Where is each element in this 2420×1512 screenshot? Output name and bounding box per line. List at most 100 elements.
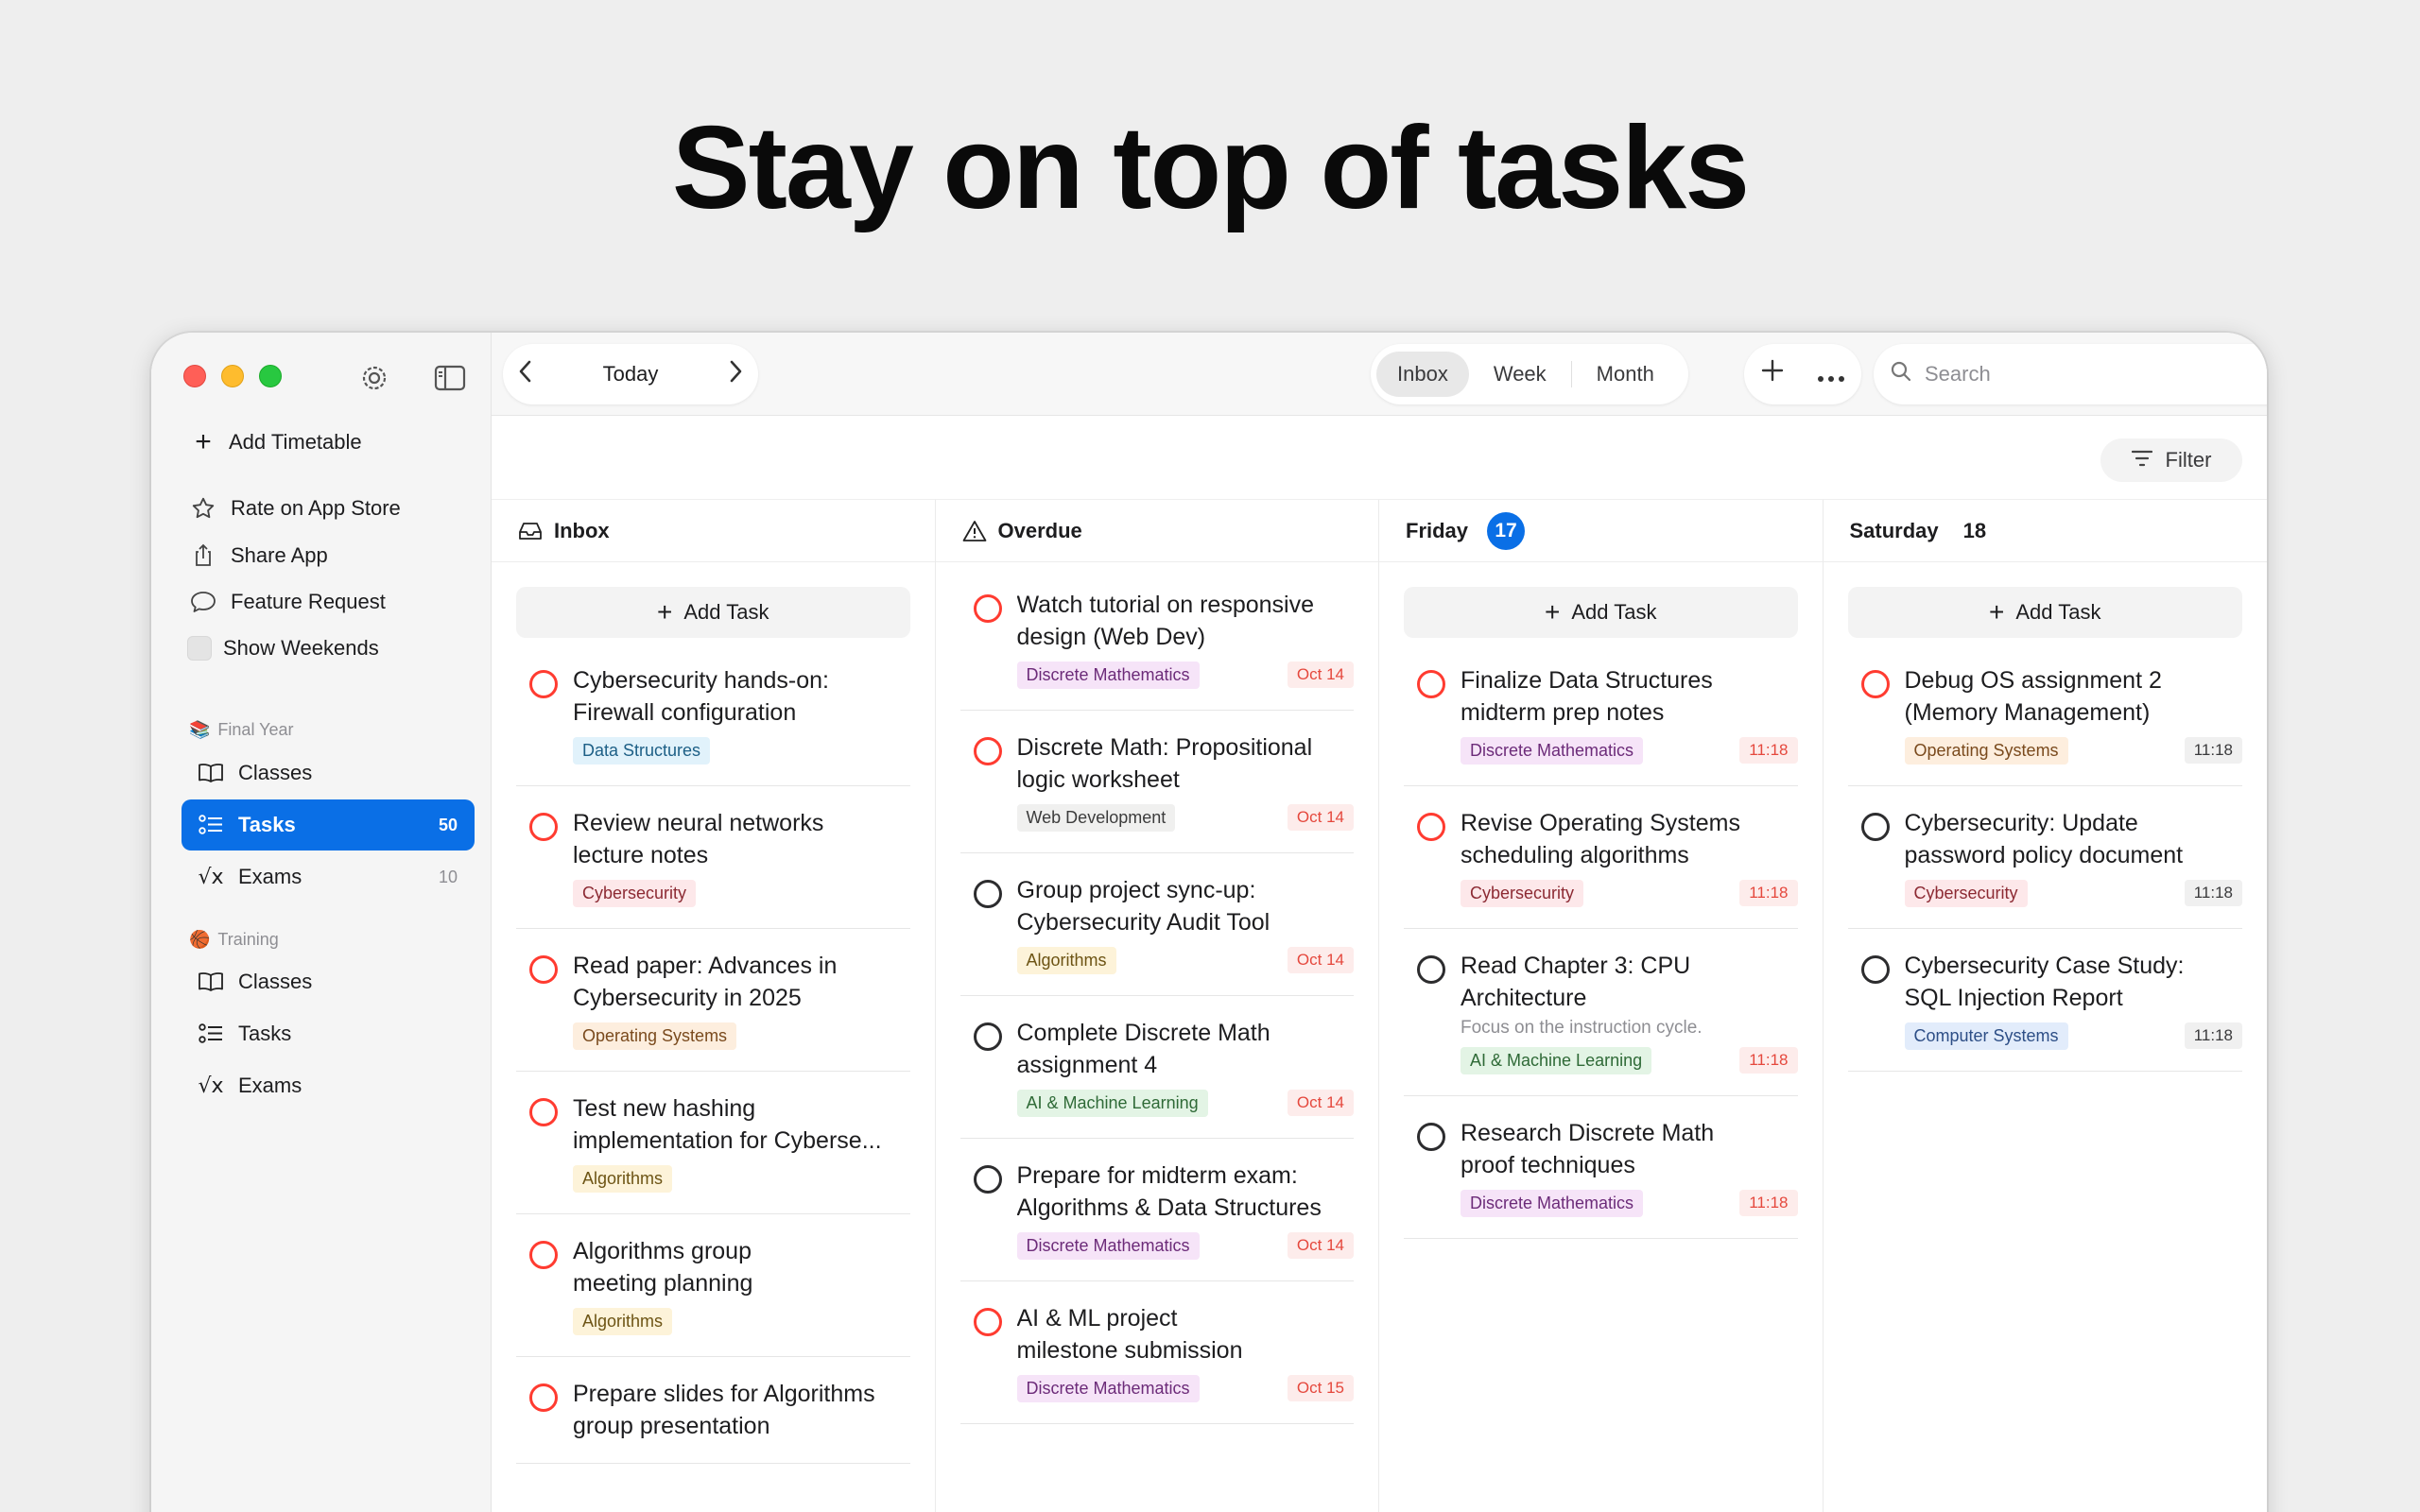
task-complete-checkbox[interactable] xyxy=(973,737,1002,765)
square-root-icon: √x xyxy=(198,865,224,889)
task-title-line-2: SQL Injection Report xyxy=(1904,985,2123,1011)
task-title-line-2: password policy document xyxy=(1904,842,2184,868)
chevron-right-icon[interactable] xyxy=(726,358,745,390)
classes-label: Classes xyxy=(238,970,313,993)
task-meta: AI & Machine Learning 11:18 xyxy=(1461,1046,1798,1074)
task-item[interactable]: Read paper: Advances in Cybersecurity in … xyxy=(516,929,910,1072)
close-window-button[interactable] xyxy=(183,365,206,387)
task-item[interactable]: Revise Operating Systems scheduling algor… xyxy=(1404,786,1798,929)
task-title-line-1: Prepare for midterm exam: xyxy=(1016,1162,1298,1189)
task-item[interactable]: Group project sync-up: Cybersecurity Audi… xyxy=(959,853,1354,996)
star-icon xyxy=(189,494,217,523)
filter-button[interactable]: Filter xyxy=(2100,438,2242,482)
chevron-left-icon[interactable] xyxy=(516,358,535,390)
task-item[interactable]: Discrete Math: Propositional logic worksh… xyxy=(959,711,1354,853)
more-icon[interactable] xyxy=(1817,358,1845,390)
task-item[interactable]: Prepare slides for Algorithms group prese… xyxy=(516,1357,910,1464)
task-item[interactable]: Prepare for midterm exam: Algorithms & Da… xyxy=(959,1139,1354,1281)
headline: Stay on top of tasks xyxy=(671,103,1750,233)
add-icon[interactable] xyxy=(1760,358,1785,390)
sidebar-item-training-exams[interactable]: √x Exams xyxy=(182,1060,475,1111)
task-complete-checkbox[interactable] xyxy=(1860,670,1890,698)
feature-request-label: Feature Request xyxy=(231,590,386,613)
search-bar[interactable]: Search xyxy=(1874,344,2267,404)
task-title-line-1: Debug OS assignment 2 xyxy=(1904,667,2162,694)
task-title-line-2: lecture notes xyxy=(573,842,709,868)
sidebar-item-training-classes[interactable]: Classes xyxy=(182,956,475,1007)
task-complete-checkbox[interactable] xyxy=(1417,955,1445,984)
filter-icon xyxy=(2131,448,2152,472)
task-item[interactable]: Review neural networks lecture notes Cyber… xyxy=(516,786,910,929)
column-title: Friday xyxy=(1406,518,1469,542)
rate-app-button[interactable]: Rate on App Store xyxy=(189,488,401,529)
minimize-window-button[interactable] xyxy=(221,365,244,387)
task-board: Inbox + Add Task Cybersecurity hands-on: Fir… xyxy=(492,499,2267,1512)
task-item[interactable]: Research Discrete Math proof techniques Di… xyxy=(1404,1096,1798,1239)
checklist-icon xyxy=(197,811,225,839)
task-complete-checkbox[interactable] xyxy=(973,1022,1002,1051)
task-item[interactable]: Read Chapter 3: CPU Architecture Focus on … xyxy=(1404,929,1798,1096)
task-complete-checkbox[interactable] xyxy=(529,1098,558,1126)
task-complete-checkbox[interactable] xyxy=(973,1308,1002,1336)
tasks-count-badge: 50 xyxy=(438,815,458,834)
task-complete-checkbox[interactable] xyxy=(1860,955,1890,984)
task-complete-checkbox[interactable] xyxy=(529,813,558,841)
task-item[interactable]: Cybersecurity Case Study: SQL Injection R… xyxy=(1847,929,2242,1072)
sidebar-toggle-icon[interactable] xyxy=(431,359,469,397)
sidebar: + Add Timetable Rate on App Store Share … xyxy=(151,333,492,1512)
task-complete-checkbox[interactable] xyxy=(973,880,1002,908)
task-complete-checkbox[interactable] xyxy=(529,1383,558,1412)
task-item[interactable]: Cybersecurity: Update password policy doc… xyxy=(1847,786,2242,929)
subject-tag: Algorithms xyxy=(573,1307,673,1335)
due-label: 11:18 xyxy=(2184,880,2242,906)
task-complete-checkbox[interactable] xyxy=(1417,1123,1445,1151)
task-complete-checkbox[interactable] xyxy=(1860,813,1890,841)
task-complete-checkbox[interactable] xyxy=(1417,813,1445,841)
sidebar-item-tasks[interactable]: Tasks 50 xyxy=(182,799,475,850)
task-item[interactable]: Debug OS assignment 2 (Memory Management)… xyxy=(1847,644,2242,786)
section-label: Training xyxy=(217,930,279,949)
add-timetable-button[interactable]: + Add Timetable xyxy=(189,421,361,463)
task-complete-checkbox[interactable] xyxy=(529,955,558,984)
add-task-button[interactable]: + Add Task xyxy=(516,587,910,638)
sidebar-item-training-tasks[interactable]: Tasks xyxy=(182,1008,475,1059)
tab-week[interactable]: Week xyxy=(1473,352,1567,397)
tab-month[interactable]: Month xyxy=(1576,352,1675,397)
task-complete-checkbox[interactable] xyxy=(529,670,558,698)
task-title-line-2: scheduling algorithms xyxy=(1461,842,1689,868)
task-item[interactable]: Watch tutorial on responsive design (Web … xyxy=(959,568,1354,711)
show-weekends-toggle[interactable]: Show Weekends xyxy=(187,627,379,669)
settings-icon[interactable] xyxy=(355,359,393,397)
due-label: Oct 14 xyxy=(1287,804,1354,831)
feature-request-button[interactable]: Feature Request xyxy=(189,581,386,623)
subject-tag: AI & Machine Learning xyxy=(1461,1046,1652,1074)
task-title-line-1: Watch tutorial on responsive xyxy=(1016,592,1315,618)
task-item[interactable]: Test new hashing implementation for Cyber… xyxy=(516,1072,910,1214)
task-meta: Discrete Mathematics Oct 15 xyxy=(1016,1374,1354,1402)
task-complete-checkbox[interactable] xyxy=(973,1165,1002,1194)
toolbar: Today Inbox Week Month Search xyxy=(492,333,2267,416)
sidebar-item-classes[interactable]: Classes xyxy=(182,747,475,799)
task-item[interactable]: Cybersecurity hands-on: Firewall configur… xyxy=(516,644,910,786)
sidebar-item-exams[interactable]: √x Exams 10 xyxy=(182,851,475,902)
task-item[interactable]: AI & ML project milestone submission Discr… xyxy=(959,1281,1354,1424)
share-label: Share App xyxy=(231,543,328,567)
window-controls xyxy=(183,365,282,387)
app-window: + Add Timetable Rate on App Store Share … xyxy=(151,333,2267,1512)
add-task-button[interactable]: + Add Task xyxy=(1847,587,2242,638)
task-complete-checkbox[interactable] xyxy=(973,594,1002,623)
today-button[interactable]: Today xyxy=(603,362,659,387)
show-weekends-checkbox[interactable] xyxy=(187,636,212,661)
task-item[interactable]: Algorithms group meeting planning Algorith… xyxy=(516,1214,910,1357)
tab-inbox[interactable]: Inbox xyxy=(1376,352,1469,397)
due-label: 11:18 xyxy=(1739,737,1798,764)
task-complete-checkbox[interactable] xyxy=(1417,670,1445,698)
share-app-button[interactable]: Share App xyxy=(189,535,328,576)
subject-tag: Cybersecurity xyxy=(1904,879,2028,907)
search-input[interactable]: Search xyxy=(1925,362,1991,387)
zoom-window-button[interactable] xyxy=(259,365,282,387)
task-item[interactable]: Complete Discrete Math assignment 4 AI & M… xyxy=(959,996,1354,1139)
add-task-button[interactable]: + Add Task xyxy=(1404,587,1798,638)
task-item[interactable]: Finalize Data Structures midterm prep not… xyxy=(1404,644,1798,786)
task-complete-checkbox[interactable] xyxy=(529,1241,558,1269)
